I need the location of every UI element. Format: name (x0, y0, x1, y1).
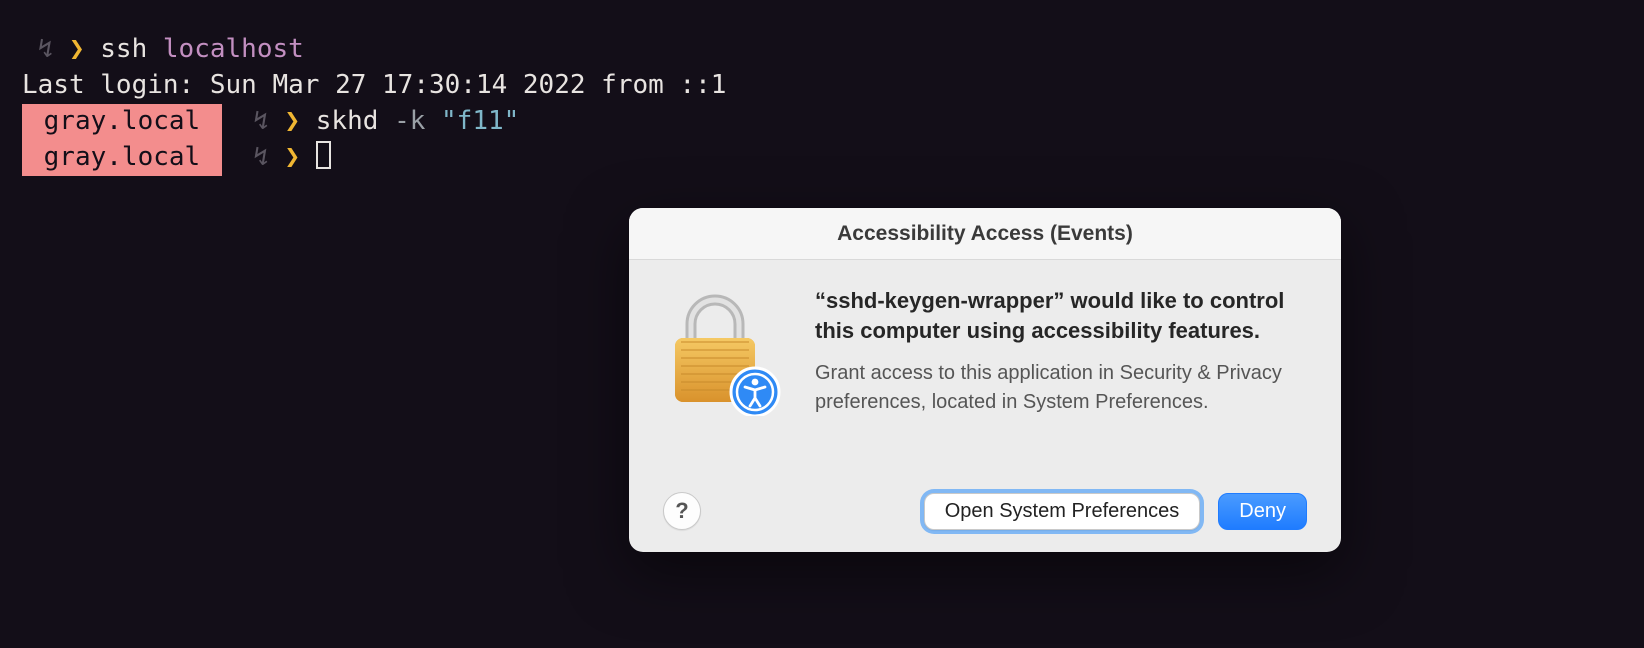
cmd-string: "f11" (441, 106, 519, 136)
host-badge: gray.local (22, 140, 222, 176)
terminal-line-1: ↯ ❯ ssh localhost (22, 32, 1622, 68)
terminal-output: ↯ ❯ ssh localhost Last login: Sun Mar 27… (0, 0, 1644, 208)
terminal-line-2: Last login: Sun Mar 27 17:30:14 2022 fro… (22, 68, 1622, 104)
dialog-titlebar: Accessibility Access (Events) (629, 208, 1341, 260)
lock-accessibility-icon (667, 292, 783, 416)
accessibility-dialog: Accessibility Access (Events) (629, 208, 1341, 552)
prompt-arrow-icon: ↯ (38, 34, 54, 64)
cmd-flag: -k (394, 106, 425, 136)
host-badge: gray.local (22, 104, 222, 140)
deny-button[interactable]: Deny (1218, 493, 1307, 530)
dialog-headline: “sshd-keygen-wrapper” would like to cont… (815, 286, 1305, 345)
prompt-arrow-icon: ↯ (253, 106, 269, 136)
dialog-icon-area (665, 286, 785, 480)
cmd-ssh: ssh (100, 34, 147, 64)
help-button[interactable]: ? (663, 492, 701, 530)
dialog-subtext: Grant access to this application in Secu… (815, 359, 1305, 416)
prompt-caret-icon: ❯ (69, 34, 85, 64)
dialog-title: Accessibility Access (Events) (629, 222, 1341, 246)
cursor-icon (316, 141, 331, 169)
prompt-caret-icon: ❯ (284, 106, 300, 136)
dialog-footer: ? Open System Preferences Deny (629, 480, 1341, 552)
prompt-arrow-icon: ↯ (253, 142, 269, 172)
terminal-line-3: gray.local ↯ ❯ skhd -k "f11" (22, 104, 1622, 140)
cmd-arg: localhost (163, 34, 304, 64)
open-system-preferences-button[interactable]: Open System Preferences (924, 493, 1201, 530)
dialog-body: “sshd-keygen-wrapper” would like to cont… (629, 260, 1341, 480)
dialog-text: “sshd-keygen-wrapper” would like to cont… (815, 286, 1305, 480)
cmd-skhd: skhd (316, 106, 379, 136)
prompt-caret-icon: ❯ (284, 142, 300, 172)
terminal-line-4: gray.local ↯ ❯ (22, 140, 1622, 176)
